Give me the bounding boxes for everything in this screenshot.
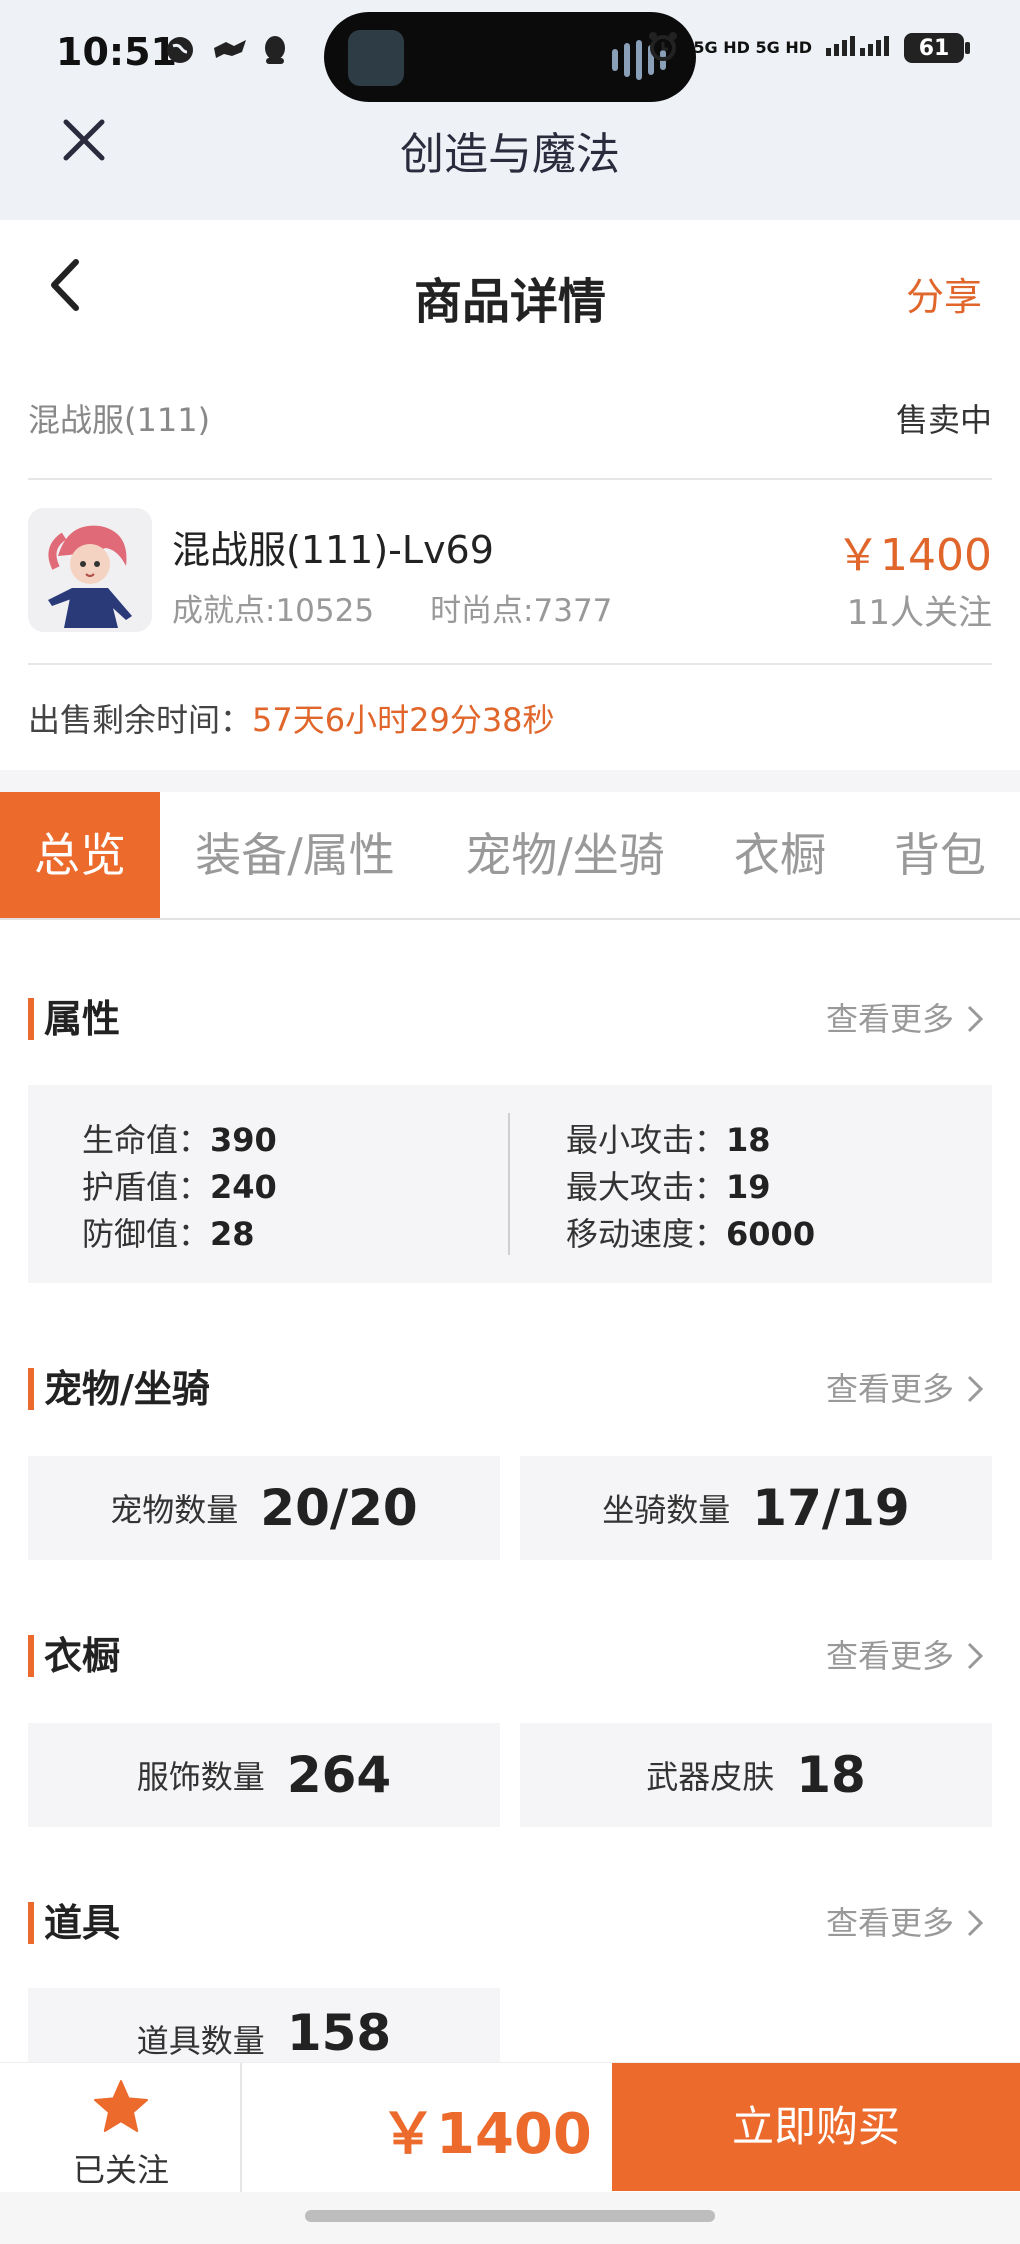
- attributes-separator: [508, 1113, 510, 1255]
- chevron-right-icon: [967, 1375, 984, 1403]
- attribute-row: 最大攻击：19: [566, 1168, 771, 1206]
- media-thumbnail: [348, 30, 404, 86]
- follow-label: 已关注: [72, 2151, 169, 2189]
- character-avatar: [28, 508, 152, 632]
- attributes-panel: 生命值：390 护盾值：240 防御值：28 最小攻击：18 最大攻击：19 移…: [28, 1085, 992, 1283]
- tab-equipment[interactable]: 装备/属性: [170, 792, 420, 918]
- app-top-bar: 10:51 5G HD 5G HD 61 创造与魔法: [0, 0, 1020, 220]
- product-price: ￥1400: [836, 530, 992, 581]
- bottom-action-bar: 已关注 ￥1400 立即购买: [0, 2062, 1020, 2193]
- product-name: 混战服(111)-Lv69: [172, 528, 494, 572]
- bottom-price: ￥1400: [380, 2102, 592, 2167]
- chevron-right-icon: [967, 1909, 984, 1937]
- section-title-pets: 宠物/坐骑: [28, 1366, 210, 1412]
- tab-wardrobe[interactable]: 衣橱: [710, 792, 850, 918]
- page-header: 商品详情 分享: [0, 220, 1020, 360]
- detail-tabs: 总览 装备/属性 宠物/坐骑 衣橱 背包: [0, 792, 1020, 920]
- follow-button[interactable]: 已关注: [0, 2063, 242, 2193]
- alarm-icon: [647, 30, 679, 66]
- attributes-left-column: 生命值：390 护盾值：240 防御值：28: [82, 1117, 277, 1258]
- section-title-props: 道具: [28, 1900, 120, 1946]
- follower-count: 11人关注: [846, 593, 992, 633]
- sale-status: 售卖中: [895, 401, 992, 439]
- pet-count-card: 宠物数量 20/20: [28, 1456, 500, 1560]
- more-label: 查看更多: [825, 1370, 954, 1408]
- home-indicator[interactable]: [305, 2210, 715, 2222]
- product-meta-row: 混战服(111) 售卖中: [28, 395, 992, 445]
- wardrobe-more-link[interactable]: 查看更多: [826, 1633, 984, 1679]
- signal-icon: [826, 36, 890, 60]
- app-title: 创造与魔法: [400, 129, 620, 180]
- remaining-time-label: 出售剩余时间：: [28, 701, 253, 739]
- attributes-more-link[interactable]: 查看更多: [826, 996, 984, 1042]
- battery-icon: 61: [904, 33, 970, 63]
- divider: [28, 478, 992, 480]
- chevron-right-icon: [967, 1642, 984, 1670]
- fashion-points: 时尚点:7377: [430, 593, 613, 629]
- attribute-row: 生命值：390: [82, 1121, 277, 1159]
- share-button[interactable]: 分享: [906, 266, 982, 321]
- network-indicator: 5G HD 5G HD: [693, 38, 812, 57]
- outfit-count-card: 服饰数量 264: [28, 1723, 500, 1827]
- weapon-skin-card: 武器皮肤 18: [520, 1723, 992, 1827]
- section-title-attributes: 属性: [28, 996, 120, 1042]
- prop-count-card: 道具数量 158: [28, 1988, 500, 2062]
- app-notification-icon: [212, 34, 246, 66]
- attribute-row: 防御值：28: [82, 1215, 255, 1253]
- globe-icon: [164, 34, 196, 66]
- product-card[interactable]: 混战服(111)-Lv69 成就点:10525 时尚点:7377 ￥1400 1…: [28, 505, 992, 635]
- tab-overview[interactable]: 总览: [0, 792, 160, 918]
- more-label: 查看更多: [825, 1904, 954, 1942]
- status-right: 5G HD 5G HD 61: [647, 30, 970, 66]
- attributes-right-column: 最小攻击：18 最大攻击：19 移动速度：6000: [566, 1117, 815, 1258]
- server-name: 混战服(111): [28, 401, 211, 439]
- star-icon: [94, 2080, 148, 2132]
- page-title: 商品详情: [413, 274, 606, 330]
- mount-count-card: 坐骑数量 17/19: [520, 1456, 992, 1560]
- penguin-icon: [260, 34, 292, 66]
- more-label: 查看更多: [825, 1637, 954, 1675]
- more-label: 查看更多: [825, 1000, 954, 1038]
- attribute-row: 移动速度：6000: [566, 1215, 816, 1253]
- remaining-time: 出售剩余时间：57天6小时29分38秒: [28, 695, 555, 741]
- achievement-points: 成就点:10525: [172, 593, 375, 629]
- attribute-row: 护盾值：240: [82, 1168, 277, 1206]
- status-notification-icons: [164, 34, 292, 66]
- buy-now-button[interactable]: 立即购买: [612, 2063, 1020, 2191]
- props-more-link[interactable]: 查看更多: [826, 1900, 984, 1946]
- status-time: 10:51: [56, 30, 177, 74]
- divider: [28, 663, 992, 665]
- section-title-wardrobe: 衣橱: [28, 1633, 120, 1679]
- attribute-row: 最小攻击：18: [566, 1121, 771, 1159]
- pets-more-link[interactable]: 查看更多: [826, 1366, 984, 1412]
- remaining-time-value: 57天6小时29分38秒: [252, 701, 555, 739]
- chevron-right-icon: [967, 1005, 984, 1033]
- tab-backpack[interactable]: 背包: [870, 792, 1010, 918]
- section-gap: [0, 770, 1020, 792]
- tab-pets[interactable]: 宠物/坐骑: [440, 792, 690, 918]
- product-points: 成就点:10525 时尚点:7377: [172, 585, 612, 630]
- dynamic-island: [324, 12, 696, 102]
